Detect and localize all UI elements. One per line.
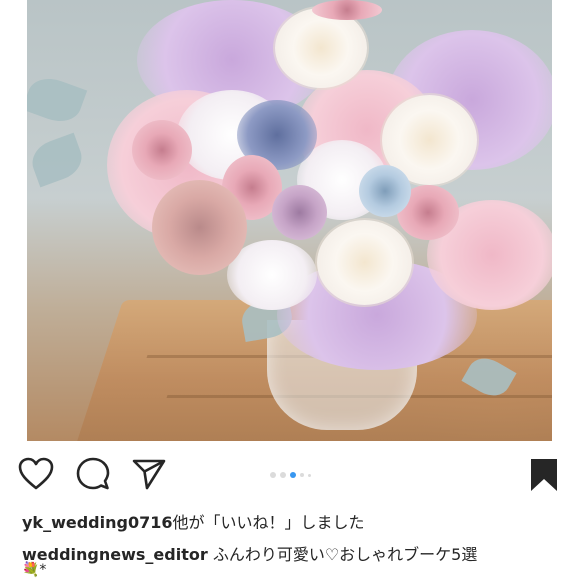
carousel-indicator — [270, 471, 311, 479]
post-photo[interactable] — [27, 0, 552, 441]
white-rose — [275, 8, 367, 88]
comment-icon[interactable] — [76, 457, 110, 491]
likes-text[interactable]: 他が「いいね！」しました — [172, 513, 364, 532]
send-icon[interactable] — [132, 458, 166, 490]
caption-overflow: 💐* — [22, 562, 47, 578]
carousel-dot[interactable] — [280, 472, 286, 478]
pink-rose — [312, 0, 382, 20]
caption-text: ふんわり可愛い♡おしゃれブーケ5選 — [212, 545, 478, 564]
dusty-pink-rose — [152, 180, 247, 275]
eucalyptus-leaf — [27, 71, 88, 129]
bookmark-icon[interactable] — [529, 457, 559, 493]
likes-line: yk_wedding0716他が「いいね！」しました — [22, 509, 364, 533]
likes-username[interactable]: yk_wedding0716 — [22, 513, 172, 532]
carousel-dot[interactable] — [308, 473, 311, 477]
caption-line: weddingnews_editor ふんわり可愛い♡おしゃれブーケ5選 — [22, 541, 477, 565]
pink-rose — [132, 120, 192, 180]
blue-rose — [359, 165, 411, 217]
carousel-dot[interactable] — [300, 473, 304, 477]
white-rose — [317, 220, 412, 305]
carousel-dot-active[interactable] — [290, 472, 296, 478]
mauve-rose — [272, 185, 327, 240]
eucalyptus-leaf — [27, 132, 88, 188]
heart-icon[interactable] — [18, 457, 54, 491]
caption-username[interactable]: weddingnews_editor — [22, 545, 208, 564]
carousel-dot[interactable] — [270, 472, 276, 478]
